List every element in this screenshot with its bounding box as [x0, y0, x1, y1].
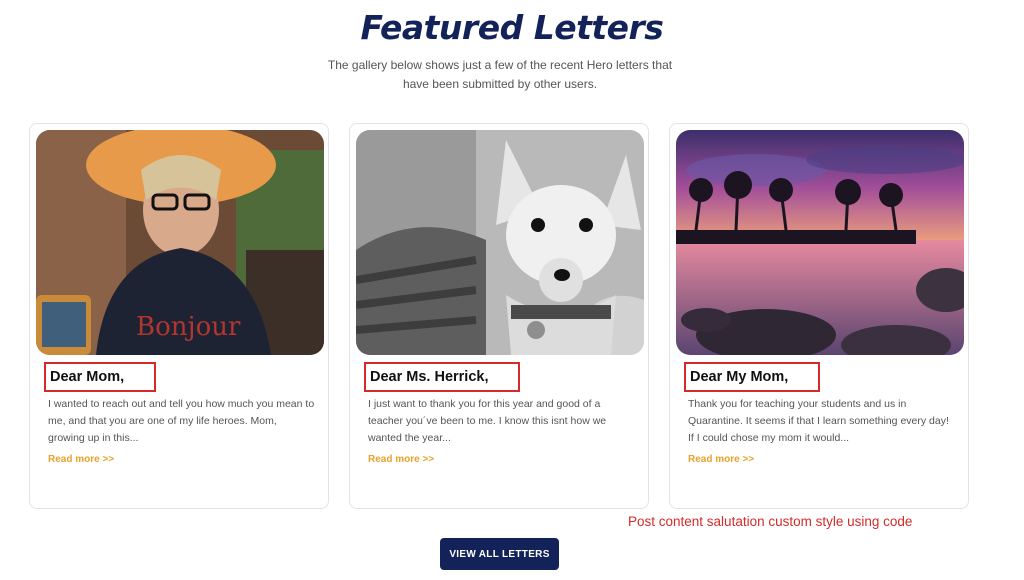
card-salutation: Dear My Mom, [684, 362, 821, 392]
read-more-link[interactable]: Read more >> [48, 454, 114, 465]
read-more-link[interactable]: Read more >> [368, 454, 434, 465]
view-all-letters-button[interactable]: VIEW ALL LETTERS [440, 538, 559, 570]
read-more-link[interactable]: Read more >> [688, 454, 754, 465]
shirt-text: Bonjour [136, 312, 241, 342]
letter-card: Dear Ms. Herrick, I just want to thank y… [349, 123, 649, 509]
section-title: Featured Letters [360, 8, 664, 47]
card-excerpt: I just want to thank you for this year a… [368, 398, 607, 444]
card-excerpt: I wanted to reach out and tell you how m… [48, 398, 315, 444]
letter-card: Bonjour Dear Mom, I wanted to reach out … [29, 123, 329, 509]
section-subtitle: The gallery below shows just a few of th… [327, 58, 673, 91]
letter-card: Dear My Mom, Thank you for teaching your… [669, 123, 969, 509]
card-excerpt: Thank you for teaching your students and… [688, 398, 949, 444]
card-photo-woman: Bonjour [36, 130, 324, 355]
card-salutation: Dear Ms. Herrick, [364, 362, 521, 392]
card-photo-dog [356, 130, 644, 355]
card-photo-sunset [676, 130, 964, 355]
annotation-note: Post content salutation custom style usi… [628, 514, 913, 529]
card-salutation: Dear Mom, [44, 362, 157, 392]
